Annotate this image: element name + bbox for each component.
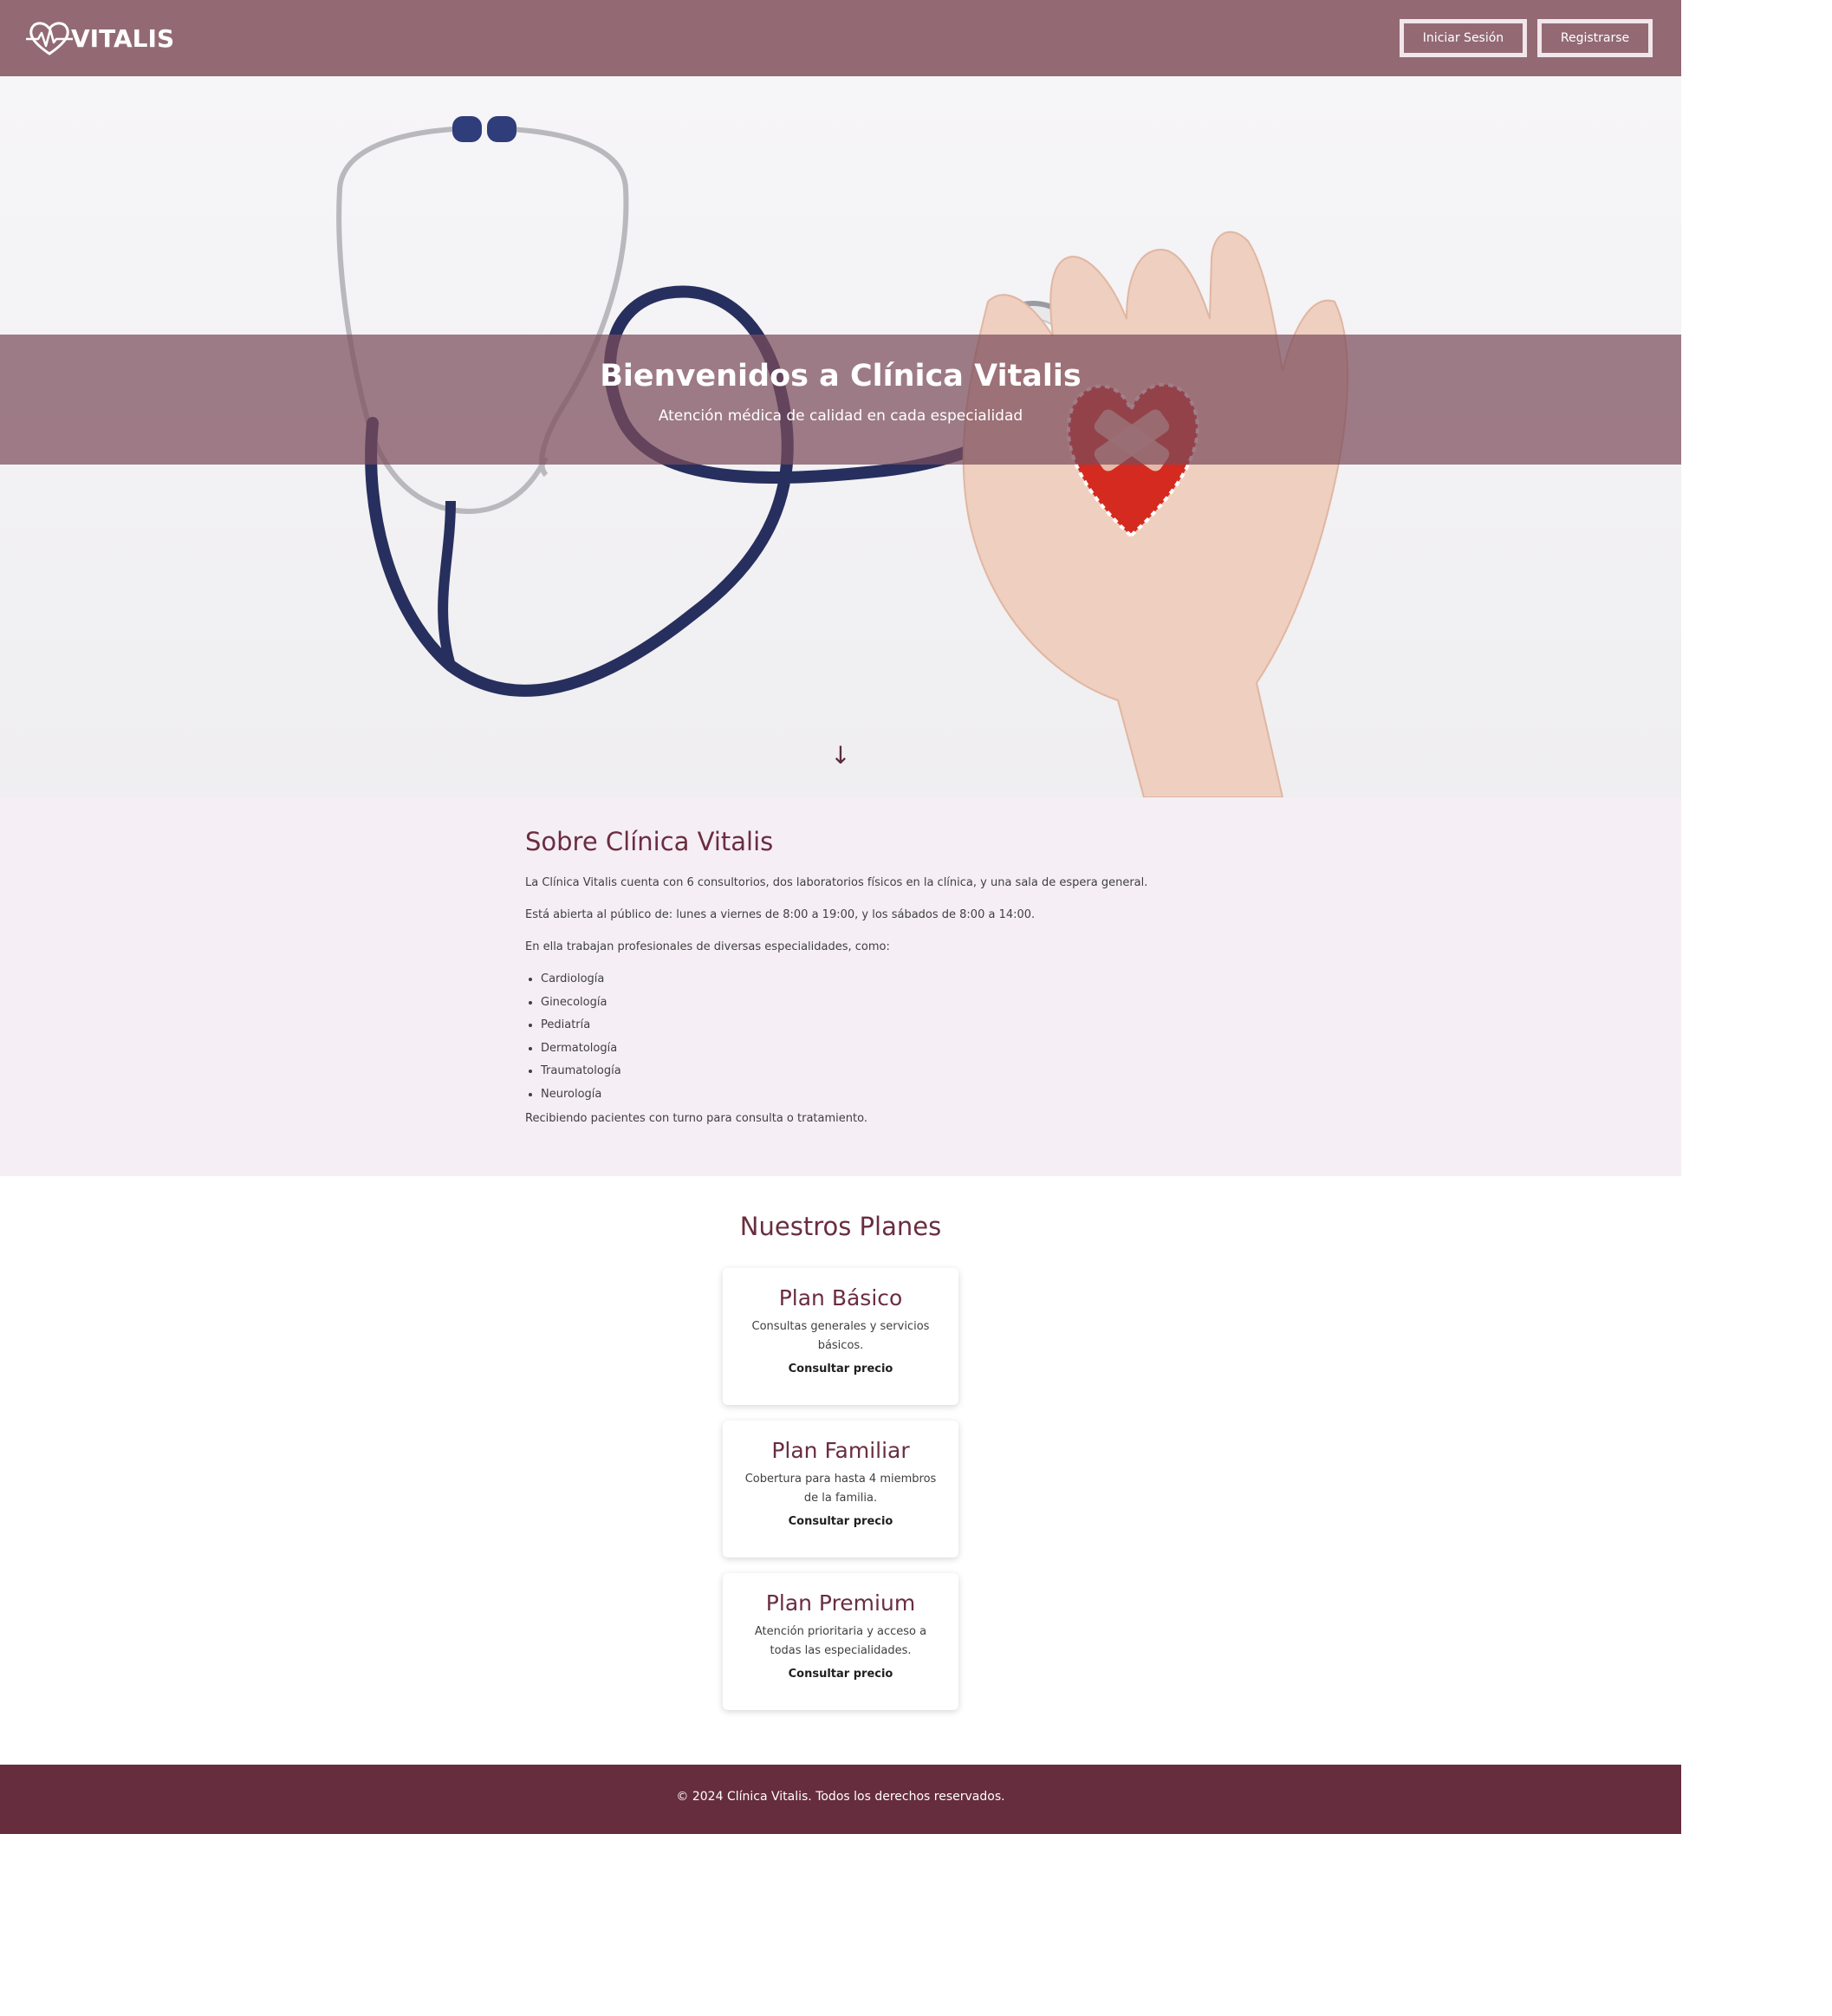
plan-price-link[interactable]: Consultar precio — [738, 1362, 943, 1375]
footer-copyright: © 2024 Clínica Vitalis. Todos los derech… — [676, 1790, 1005, 1804]
plan-card-premium[interactable]: Plan Premium Atención prioritaria y acce… — [723, 1573, 958, 1710]
login-button[interactable]: Iniciar Sesión — [1400, 19, 1527, 57]
hero-subtitle: Atención médica de calidad en cada espec… — [658, 407, 1023, 425]
hero-title: Bienvenidos a Clínica Vitalis — [600, 359, 1082, 393]
logo[interactable]: VITALIS — [26, 17, 174, 59]
plans-title: Nuestros Planes — [739, 1212, 942, 1241]
site-footer: © 2024 Clínica Vitalis. Todos los derech… — [0, 1765, 1681, 1834]
about-paragraph: La Clínica Vitalis cuenta con 6 consulto… — [525, 876, 1148, 889]
hero-overlay-band — [0, 335, 1681, 465]
arrow-down-icon[interactable]: ↓ — [828, 744, 854, 768]
about-content: Sobre Clínica Vitalis La Clínica Vitalis… — [525, 827, 1218, 1143]
logo-text: VITALIS — [71, 23, 175, 53]
plan-description: Atención prioritaria y acceso a todas la… — [754, 1625, 927, 1657]
specialties-list: Cardiología Ginecología Pediatría Dermat… — [525, 972, 1218, 1102]
plan-card-familiar[interactable]: Plan Familiar Cobertura para hasta 4 mie… — [723, 1421, 958, 1558]
register-button[interactable]: Registrarse — [1537, 19, 1653, 57]
specialty-item: Dermatología — [541, 1041, 1218, 1057]
specialty-item: Cardiología — [541, 972, 1218, 987]
plan-name: Plan Premium — [765, 1590, 916, 1616]
about-title: Sobre Clínica Vitalis — [525, 827, 774, 856]
about-closing: Recibiendo pacientes con turno para cons… — [525, 1111, 867, 1125]
plan-description: Consultas generales y servicios básicos. — [751, 1320, 930, 1352]
plan-name: Plan Familiar — [771, 1438, 910, 1463]
plan-name: Plan Básico — [778, 1285, 903, 1310]
about-section: Sobre Clínica Vitalis La Clínica Vitalis… — [0, 797, 1681, 1176]
heart-pulse-icon — [26, 22, 73, 55]
plan-price-link[interactable]: Consultar precio — [738, 1515, 943, 1528]
page: VITALIS Iniciar Sesión Registrarse Bienv… — [0, 0, 1681, 2016]
about-paragraph: En ella trabajan profesionales de divers… — [525, 940, 890, 953]
specialty-item: Traumatología — [541, 1063, 1218, 1079]
plan-description: Cobertura para hasta 4 miembros de la fa… — [744, 1473, 937, 1505]
site-header: VITALIS Iniciar Sesión Registrarse — [0, 0, 1681, 76]
hero-section: Bienvenidos a Clínica Vitalis Atención m… — [0, 76, 1681, 797]
specialty-item: Neurología — [541, 1087, 1218, 1102]
specialty-item: Ginecología — [541, 995, 1218, 1011]
plan-price-link[interactable]: Consultar precio — [738, 1668, 943, 1681]
specialty-item: Pediatría — [541, 1018, 1218, 1033]
plan-card-basico[interactable]: Plan Básico Consultas generales y servic… — [723, 1268, 958, 1405]
about-paragraph: Está abierta al público de: lunes a vier… — [525, 908, 1036, 921]
